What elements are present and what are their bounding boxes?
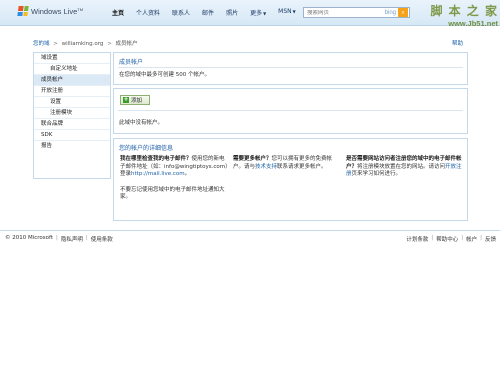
sidebar-item-settings[interactable]: 设置 xyxy=(34,97,110,108)
account-limit-text: 在您的域中最多可创建 500 个帐户。 xyxy=(119,72,210,78)
nav-mail[interactable]: 邮件 xyxy=(196,8,220,17)
brand-name: Windows LiveTM xyxy=(31,6,84,16)
help-center-link[interactable]: 帮助中心 xyxy=(436,235,458,243)
empty-accounts-text: 此域中没有帐户。 xyxy=(119,120,164,126)
member-accounts-panel: 成员帐户 在您的域中最多可创建 500 个帐户。 xyxy=(113,52,468,85)
example-email: info@wingtiptoys.com xyxy=(164,163,226,170)
question-check-mail: 我在哪里检查我的电子邮件？ xyxy=(120,156,192,162)
search-go-icon[interactable]: ⌕ xyxy=(398,8,408,17)
notify-note: 不要忘记使用您域中的电子邮件地址通知大家。 xyxy=(120,186,225,201)
terms-link[interactable]: 使用条款 xyxy=(91,235,113,243)
divider xyxy=(118,110,463,111)
panel-title: 您的帐户的详细信息 xyxy=(119,145,174,152)
nav-contacts[interactable]: 联系人 xyxy=(166,8,196,17)
search-input[interactable] xyxy=(304,9,382,16)
site-watermark: 脚 本 之 家 www.Jb51.net xyxy=(430,4,498,28)
chevron-down-icon: ▼ xyxy=(263,11,267,16)
sidebar-item-co-branding[interactable]: 联合品牌 xyxy=(34,119,110,130)
sidebar-item-custom-address[interactable]: 自定义地址 xyxy=(34,64,110,75)
details-column-registration: 是否需要网站访问者注册您的域中的电子邮件帐户？将注册模块放置在您的网站。请访问开… xyxy=(346,156,462,177)
breadcrumb-current: 成员帐户 xyxy=(115,41,138,47)
breadcrumb-separator: > xyxy=(53,41,58,47)
copyright-text: © 2010 Microsoft xyxy=(5,235,54,241)
footer-right: 计划条款 | 帮助中心 | 帐户 | 反馈 xyxy=(406,235,496,243)
breadcrumb: 您的域 > williamking.org > 成员帐户 xyxy=(33,39,138,47)
program-terms-link[interactable]: 计划条款 xyxy=(406,235,428,243)
help-link[interactable]: 帮助 xyxy=(452,39,463,47)
nav-profile[interactable]: 个人资料 xyxy=(130,8,166,17)
add-button-label: 添加 xyxy=(131,98,143,104)
details-column-check-mail: 我在哪里检查我的电子邮件？使用您的新电子邮件地址（如：info@wingtipt… xyxy=(120,156,228,201)
add-account-button[interactable]: + 添加 xyxy=(120,95,150,105)
account-link[interactable]: 帐户 xyxy=(466,235,477,243)
panel-title: 成员帐户 xyxy=(119,59,144,66)
privacy-link[interactable]: 隐私声明 xyxy=(61,235,83,243)
nav-home[interactable]: 主页 xyxy=(106,8,130,17)
sidebar-item-registration-module[interactable]: 注册模块 xyxy=(34,108,110,119)
breadcrumb-your-domains[interactable]: 您的域 xyxy=(33,41,50,47)
footer-divider xyxy=(0,230,500,231)
sidebar: 域设置 自定义地址 成员帐户 开放注册 设置 注册模块 联合品牌 SDK 报告 xyxy=(33,52,111,179)
windows-live-logo[interactable]: Windows LiveTM xyxy=(17,6,84,16)
breadcrumb-domain: williamking.org xyxy=(61,41,104,47)
footer-left: © 2010 Microsoft | 隐私声明 | 使用条款 xyxy=(5,235,113,243)
sidebar-item-sdk[interactable]: SDK xyxy=(34,130,110,141)
top-nav: 主页 个人资料 联系人 邮件 照片 更多▼ MSN▼ xyxy=(106,8,302,17)
details-column-more-accounts: 需要更多帐户？您可以拥有更多的免费帐户。请与技术支持联系请求更多帐户。 xyxy=(233,156,333,170)
sidebar-item-member-accounts[interactable]: 成员帐户 xyxy=(34,75,110,86)
windows-flag-icon xyxy=(17,6,29,16)
sidebar-item-reports[interactable]: 报告 xyxy=(34,141,110,152)
sidebar-item-open-registration[interactable]: 开放注册 xyxy=(34,86,110,97)
breadcrumb-separator: > xyxy=(107,41,112,47)
chevron-down-icon: ▼ xyxy=(292,9,296,14)
tech-support-link[interactable]: 技术支持 xyxy=(255,164,277,170)
nav-more[interactable]: 更多▼ xyxy=(244,8,272,17)
divider xyxy=(118,67,463,68)
bing-logo: bing xyxy=(384,9,396,16)
plus-icon: + xyxy=(123,96,129,103)
search-box: bing ⌕ xyxy=(303,7,410,18)
nav-msn[interactable]: MSN▼ xyxy=(272,8,302,17)
nav-photos[interactable]: 照片 xyxy=(220,8,244,17)
accounts-list-panel: + 添加 此域中没有帐户。 xyxy=(113,88,468,134)
feedback-link[interactable]: 反馈 xyxy=(485,235,496,243)
sidebar-item-domain-settings[interactable]: 域设置 xyxy=(34,53,110,64)
mail-live-link[interactable]: http://mail.live.com xyxy=(131,171,185,177)
account-details-panel: 您的帐户的详细信息 我在哪里检查我的电子邮件？使用您的新电子邮件地址（如：inf… xyxy=(113,138,468,221)
question-more-accounts: 需要更多帐户？ xyxy=(233,156,272,162)
